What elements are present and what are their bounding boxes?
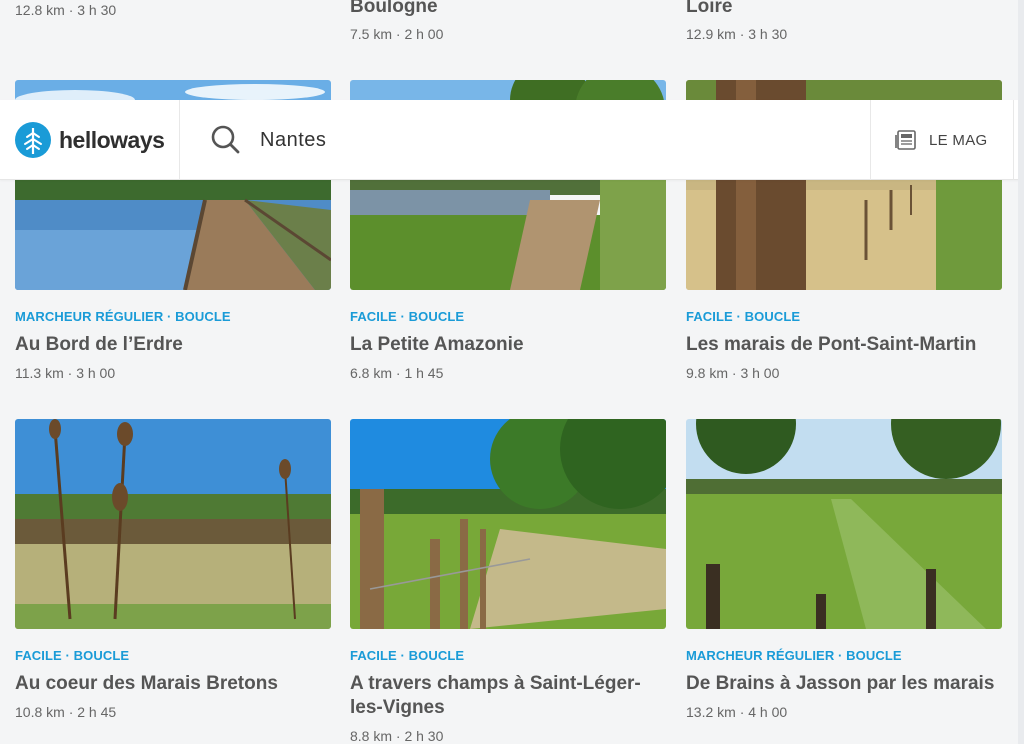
search-icon[interactable] xyxy=(210,124,240,154)
card-tags: MARCHEUR RÉGULIER · BOUCLE xyxy=(15,309,231,324)
page-edge xyxy=(1018,0,1024,744)
card-tags: FACILE · BOUCLE xyxy=(686,309,801,324)
newspaper-icon xyxy=(895,130,916,150)
card-title[interactable]: Au coeur des Marais Bretons xyxy=(15,672,331,696)
card-title[interactable]: Au Bord de l’Erdre xyxy=(15,333,331,357)
search-input[interactable] xyxy=(260,126,820,154)
teasel-marsh-photo xyxy=(15,419,331,629)
le-mag-link[interactable]: LE MAG xyxy=(895,128,987,152)
divider xyxy=(179,100,180,180)
card-title[interactable]: Boulogne xyxy=(350,0,666,19)
le-mag-label: LE MAG xyxy=(929,131,988,149)
meadow-fence-photo xyxy=(686,419,1002,629)
tree-logo-icon xyxy=(15,122,51,158)
hike-photo[interactable] xyxy=(350,419,666,629)
card-meta: 6.8 km · 1 h 45 xyxy=(350,365,444,381)
card-title[interactable]: De Brains à Jasson par les marais xyxy=(686,672,1002,696)
card-tags: MARCHEUR RÉGULIER · BOUCLE xyxy=(686,648,902,663)
card-title[interactable]: A travers champs à Saint-Léger-les-Vigne… xyxy=(350,672,666,720)
card-tags: FACILE · BOUCLE xyxy=(350,309,465,324)
card-meta: 13.2 km · 4 h 00 xyxy=(686,704,788,720)
card-meta: 12.8 km · 3 h 30 xyxy=(15,2,117,18)
hike-photo[interactable] xyxy=(686,419,1002,629)
card-title[interactable]: Les marais de Pont-Saint-Martin xyxy=(686,333,1002,357)
logo[interactable]: helloways xyxy=(14,121,165,159)
divider xyxy=(870,100,871,180)
card-title[interactable]: La Petite Amazonie xyxy=(350,333,666,357)
card-meta: 11.3 km · 3 h 00 xyxy=(15,365,116,381)
card-meta: 9.8 km · 3 h 00 xyxy=(686,365,780,381)
card-meta: 7.5 km · 2 h 00 xyxy=(350,26,444,42)
field-fence-photo xyxy=(350,419,666,629)
site-header: helloways LE MAG xyxy=(0,100,1024,180)
divider xyxy=(1013,100,1014,180)
card-meta: 12.9 km · 3 h 30 xyxy=(686,26,788,42)
card-tags: FACILE · BOUCLE xyxy=(350,648,465,663)
card-meta: 8.8 km · 2 h 30 xyxy=(350,728,444,744)
card-meta: 10.8 km · 2 h 45 xyxy=(15,704,117,720)
logo-text: helloways xyxy=(59,126,165,153)
card-title[interactable]: Loire xyxy=(686,0,1002,19)
card-tags: FACILE · BOUCLE xyxy=(15,648,130,663)
hike-photo[interactable] xyxy=(15,419,331,629)
